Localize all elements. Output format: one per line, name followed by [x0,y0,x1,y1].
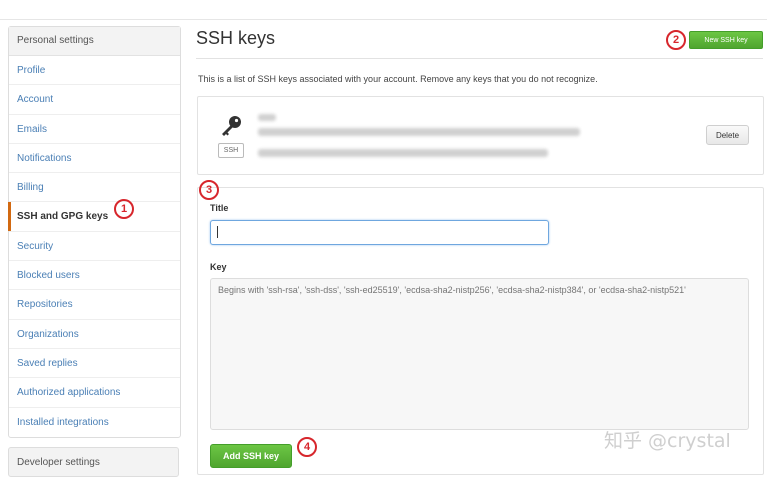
top-divider [0,19,767,20]
key-label: Key [210,262,227,272]
ssh-badge: SSH [218,143,244,158]
redacted-key-fingerprint [258,128,580,136]
sidebar-item-blocked-users[interactable]: Blocked users [9,261,180,291]
developer-settings-header[interactable]: Developer settings [8,447,179,477]
title-divider [196,58,763,59]
sidebar-item-authorized-applications[interactable]: Authorized applications [9,378,180,408]
page-title: SSH keys [196,28,276,48]
watermark: 知乎 @crystal [604,430,731,452]
sidebar-item-installed-integrations[interactable]: Installed integrations [9,408,180,437]
redacted-key-details [258,149,548,157]
step-3-marker: 3 [199,180,219,200]
title-input[interactable] [210,220,549,245]
sidebar-item-repositories[interactable]: Repositories [9,290,180,320]
step-2-marker: 2 [666,30,686,50]
settings-sidebar: Personal settings Profile Account Emails… [8,26,181,438]
step-4-marker: 4 [297,437,317,457]
sidebar-item-security[interactable]: Security [9,232,180,262]
sidebar-item-saved-replies[interactable]: Saved replies [9,349,180,379]
redacted-key-name [258,114,276,121]
sidebar-item-profile[interactable]: Profile [9,56,180,86]
key-icon [222,116,241,136]
delete-key-button[interactable]: Delete [706,125,749,145]
sidebar-item-organizations[interactable]: Organizations [9,320,180,349]
sidebar-item-account[interactable]: Account [9,85,180,115]
sidebar-item-ssh-gpg-keys[interactable]: SSH and GPG keys [8,202,180,232]
key-textarea[interactable] [210,278,749,430]
text-cursor [217,226,218,238]
title-label: Title [210,203,229,213]
sidebar-item-notifications[interactable]: Notifications [9,144,180,174]
sidebar-item-emails[interactable]: Emails [9,115,180,144]
sidebar-item-billing[interactable]: Billing [9,173,180,203]
ssh-keys-description: This is a list of SSH keys associated wi… [198,74,598,84]
step-1-marker: 1 [114,199,134,219]
new-ssh-key-button[interactable]: New SSH key [689,31,763,49]
sidebar-header: Personal settings [9,27,180,56]
add-ssh-key-button[interactable]: Add SSH key [210,444,292,468]
